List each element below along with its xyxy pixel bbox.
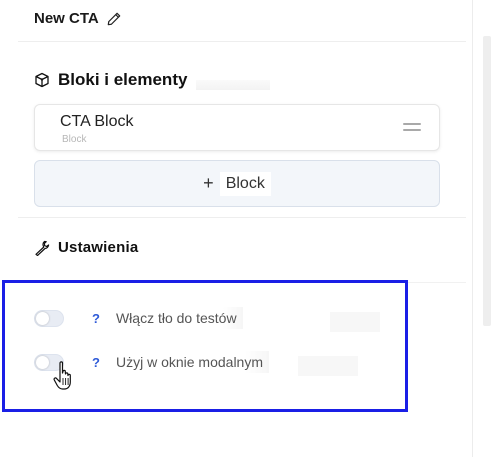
settings-section-title: Ustawienia xyxy=(58,239,139,256)
right-panel-edge xyxy=(472,0,502,457)
pencil-icon[interactable] xyxy=(107,12,121,26)
plus-icon: + xyxy=(203,173,214,193)
wrench-icon xyxy=(35,240,50,256)
block-name: CTA Block xyxy=(60,113,134,130)
blocks-section-title: Bloki i elementy xyxy=(58,70,188,89)
scrollbar[interactable] xyxy=(483,36,491,326)
block-type: Block xyxy=(62,134,87,145)
settings-section-header: Ustawienia xyxy=(34,239,138,256)
hand-pointer-icon xyxy=(53,361,71,390)
cube-icon xyxy=(35,72,49,88)
highlight-box xyxy=(2,280,408,412)
divider xyxy=(18,41,466,42)
block-card-cta[interactable]: CTA Block Block xyxy=(34,104,440,151)
drag-handle-icon[interactable] xyxy=(403,123,421,131)
add-block-label: Block xyxy=(219,171,271,196)
add-block-button[interactable]: + Block xyxy=(34,160,440,207)
decorative-strip xyxy=(196,80,270,90)
divider xyxy=(18,217,466,218)
page-header: New CTA xyxy=(34,10,121,27)
blocks-section-header: Bloki i elementy xyxy=(34,70,187,90)
page-title: New CTA xyxy=(34,10,99,27)
